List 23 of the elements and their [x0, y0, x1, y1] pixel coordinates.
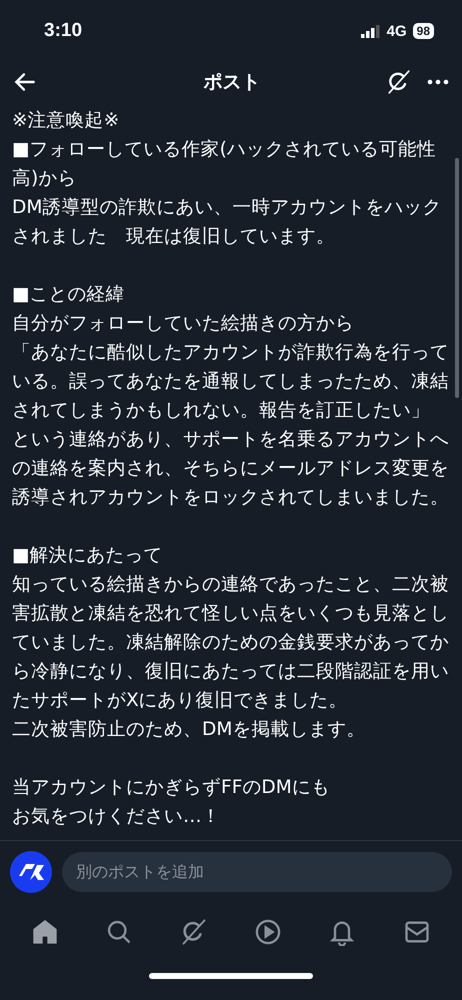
post-text: という連絡があり、サポートを名乗るアカウントへの連絡を案内され、そちらにメールアドレス変更を誘導されアカウントをロックされてしまいました。 — [12, 428, 450, 510]
play-icon — [254, 918, 282, 946]
post-text: 知っている絵描きからの連絡であったこと、二次被害拡散と凍結を恐れて怪しい点をいくつも見落としていました。凍結解除のための金銭要求があってから冷静になり、復旧にあたっては二段階認証を用いたサポートがXにあり復旧できました。 — [12, 573, 450, 713]
post-text: 二次被害防止のため、DMを掲載します。 — [12, 718, 366, 742]
network-label: 4G — [386, 22, 407, 40]
post-text: 自分がフォローしていた絵描きの方から — [12, 312, 355, 336]
signal-icon — [360, 24, 381, 38]
page-title: ポスト — [202, 70, 262, 95]
post-text: 当アカウントにかぎらずFFのDMにも — [12, 776, 331, 800]
status-time: 3:10 — [44, 20, 84, 42]
reply-input-field[interactable]: 別のポストを追加 — [62, 852, 452, 892]
post-text: お気をつけください…！ — [12, 805, 222, 829]
avatar[interactable] — [10, 850, 52, 892]
post-text: 「あなたに酷似したアカウントが詐欺行為を行っている。誤ってあなたを通報してしまったため、凍結されてしまうかもしれない。報告を訂正したい」 — [12, 341, 450, 423]
post-text: ■フォローしている作家(ハックされている可能性高)から — [12, 138, 437, 191]
battery-level: 98 — [412, 23, 434, 39]
home-icon — [31, 918, 60, 946]
post-text: ■解決にあたって — [12, 544, 164, 568]
slashed-circle-icon — [180, 918, 208, 946]
slashed-circle-icon[interactable] — [386, 69, 412, 95]
post-text: ■ことの経緯 — [12, 283, 126, 307]
post-text: DM誘導型の詐欺にあい、一時アカウントをハックされました 現在は復旧しています。 — [12, 196, 442, 249]
post-text: ※注意喚起※ — [12, 109, 120, 133]
